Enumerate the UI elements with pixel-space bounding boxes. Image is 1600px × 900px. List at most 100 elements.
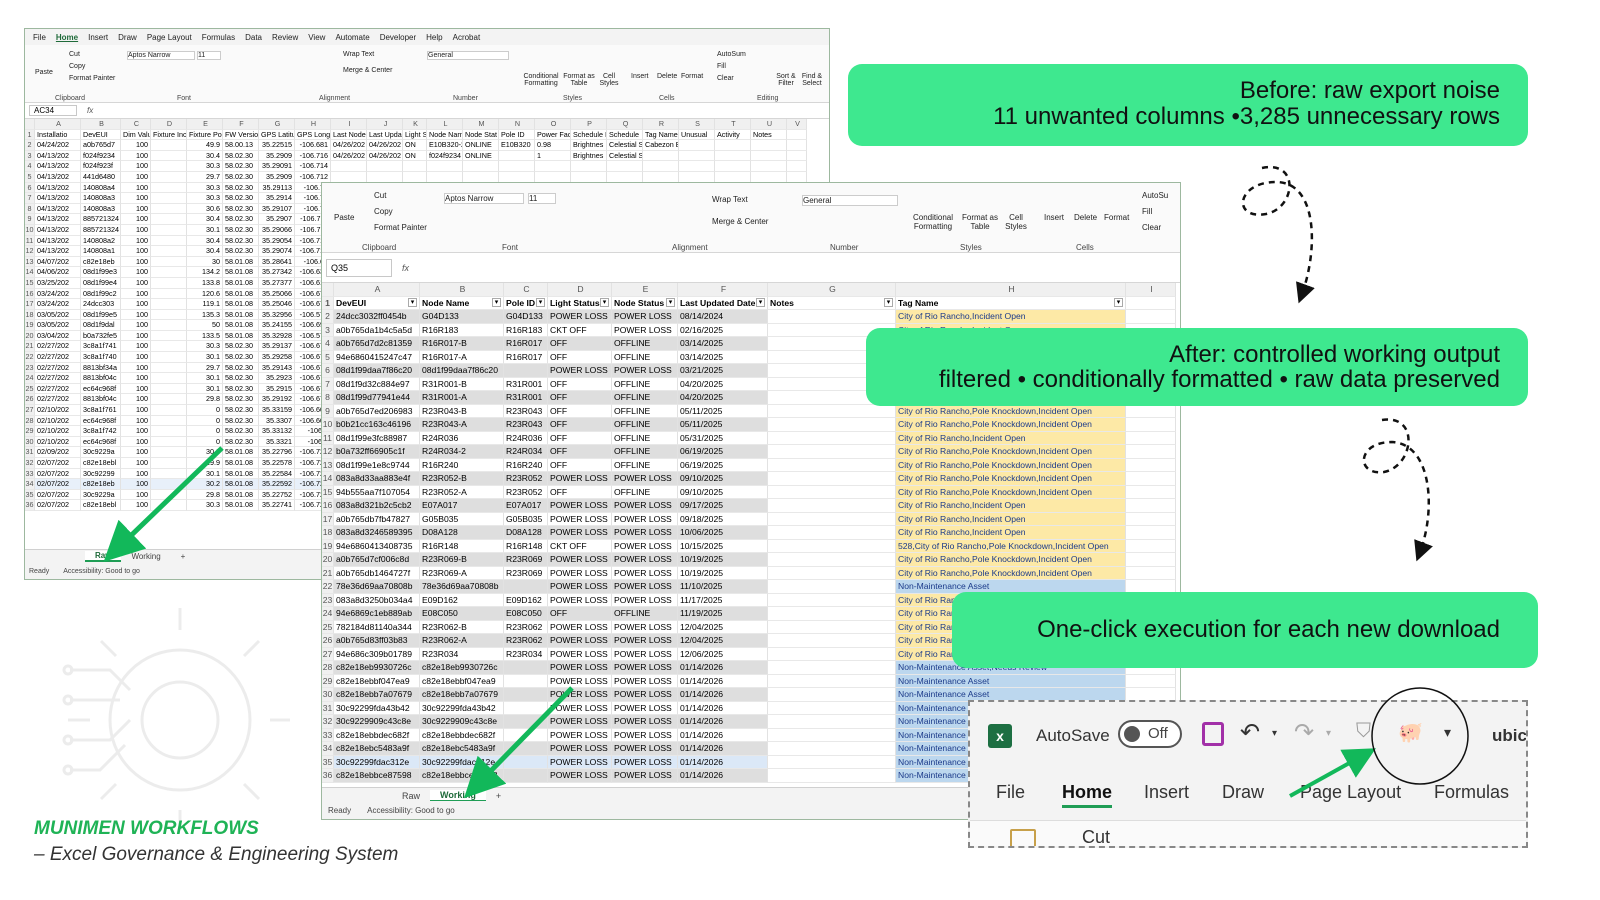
col-letter[interactable]: D <box>151 119 187 130</box>
row-header[interactable]: 7 <box>322 377 334 391</box>
col-letter[interactable]: P <box>571 119 607 130</box>
tab-acrobat[interactable]: Acrobat <box>453 33 481 42</box>
row-header[interactable]: 5 <box>322 350 334 364</box>
filter-dropdown-icon[interactable]: ▾ <box>756 297 765 307</box>
col-letter[interactable]: E <box>187 119 223 130</box>
row-header[interactable]: 7 <box>25 193 35 204</box>
filter-dropdown-icon[interactable]: ▾ <box>1114 297 1123 307</box>
tab-page-layout[interactable]: Page Layout <box>1300 782 1401 803</box>
row-header[interactable]: 27 <box>322 647 334 661</box>
clear-filter-icon[interactable]: ⛉ <box>1356 720 1371 743</box>
row-header[interactable]: 23 <box>322 593 334 607</box>
row-header[interactable]: 28 <box>322 661 334 675</box>
col-letter[interactable]: T <box>715 119 751 130</box>
row-header[interactable]: 19 <box>25 320 35 331</box>
row-header[interactable]: 34 <box>25 479 35 490</box>
macro-piggy-bank-icon[interactable]: 🐖 <box>1398 720 1423 745</box>
row-header[interactable]: 20 <box>25 330 35 342</box>
col-letter[interactable]: D <box>548 283 612 297</box>
col-letter[interactable]: C <box>504 283 548 297</box>
merge-center-button[interactable]: Merge & Center <box>712 217 768 226</box>
font-size-select[interactable]: 11 <box>528 193 556 204</box>
row-header[interactable]: 22 <box>25 352 35 363</box>
col-letter[interactable]: E <box>612 283 678 297</box>
tab-formulas[interactable]: Formulas <box>202 33 235 42</box>
row-header[interactable]: 25 <box>25 383 35 395</box>
row-header[interactable]: 32 <box>322 715 334 729</box>
row-header[interactable]: 3 <box>25 150 35 162</box>
tab-draw[interactable]: Draw <box>1222 782 1264 803</box>
filter-dropdown-icon[interactable]: ▾ <box>600 297 609 307</box>
number-format-select[interactable]: General <box>802 195 898 206</box>
col-letter[interactable]: Q <box>607 119 643 130</box>
row-header[interactable]: 8 <box>25 203 35 215</box>
col-letter[interactable]: G <box>768 283 896 297</box>
col-letter[interactable]: K <box>403 119 427 130</box>
col-letter[interactable]: H <box>295 119 331 130</box>
row-header[interactable]: 25 <box>322 620 334 634</box>
merge-center-button[interactable]: Merge & Center <box>343 67 392 74</box>
format-painter-button[interactable]: Format Painter <box>69 75 115 82</box>
row-header[interactable]: 8 <box>322 391 334 405</box>
row-header[interactable]: 20 <box>322 553 334 567</box>
accessibility-status[interactable]: Accessibility: Good to go <box>63 568 140 575</box>
row-header[interactable]: 5 <box>25 171 35 183</box>
col-letter[interactable]: A <box>35 119 81 130</box>
tab-developer[interactable]: Developer <box>380 33 416 42</box>
filter-dropdown-icon[interactable]: ▾ <box>536 297 545 307</box>
filter-dropdown-icon[interactable]: ▾ <box>492 297 501 307</box>
row-header[interactable]: 14 <box>25 267 35 278</box>
row-header[interactable]: 11 <box>322 431 334 445</box>
row-header[interactable]: 24 <box>322 607 334 621</box>
insert-cells-button[interactable]: Insert <box>1044 213 1064 222</box>
row-header[interactable]: 36 <box>25 500 35 511</box>
tab-file[interactable]: File <box>996 782 1025 803</box>
cell-styles-button[interactable]: Cell Styles <box>1002 213 1030 231</box>
row-header[interactable]: 24 <box>25 373 35 384</box>
col-letter[interactable]: N <box>499 119 535 130</box>
delete-cells-button[interactable]: Delete <box>1074 213 1097 222</box>
row-header[interactable]: 2 <box>25 140 35 151</box>
tab-insert[interactable]: Insert <box>1144 782 1189 803</box>
filter-dropdown-icon[interactable]: ▾ <box>408 297 417 307</box>
accessibility-status[interactable]: Accessibility: Good to go <box>367 806 455 815</box>
row-header[interactable]: 18 <box>25 309 35 321</box>
autosum-button[interactable]: AutoSum <box>717 51 746 58</box>
row-header[interactable]: 35 <box>25 489 35 501</box>
row-header[interactable]: 2 <box>322 310 334 324</box>
row-header[interactable]: 9 <box>322 404 334 418</box>
row-header[interactable]: 14 <box>322 472 334 486</box>
tab-insert[interactable]: Insert <box>88 33 108 42</box>
row-header[interactable]: 28 <box>25 415 35 427</box>
row-header[interactable]: 13 <box>322 458 334 472</box>
autosum-button[interactable]: AutoSu <box>1142 191 1168 200</box>
copy-button[interactable]: Copy <box>374 207 393 216</box>
copy-button[interactable]: Copy <box>69 63 85 70</box>
row-header[interactable]: 22 <box>322 580 334 594</box>
row-header[interactable]: 34 <box>322 742 334 756</box>
format-cells-button[interactable]: Format <box>1104 213 1129 222</box>
row-header[interactable]: 16 <box>322 499 334 513</box>
row-header[interactable]: 31 <box>322 701 334 715</box>
tab-view[interactable]: View <box>308 33 325 42</box>
font-name-select[interactable]: Aptos Narrow <box>444 193 524 204</box>
row-header[interactable]: 9 <box>25 214 35 225</box>
row-header[interactable]: 31 <box>25 447 35 458</box>
row-header[interactable]: 16 <box>25 288 35 300</box>
format-cells-button[interactable]: Format <box>681 73 703 80</box>
row-header[interactable]: 33 <box>25 468 35 480</box>
row-header[interactable]: 18 <box>322 526 334 540</box>
undo-dropdown-icon[interactable]: ▾ <box>1272 728 1277 739</box>
format-painter-button[interactable]: Format Painter <box>374 223 427 232</box>
row-header[interactable]: 12 <box>25 246 35 257</box>
sort-filter-button[interactable]: Sort & Filter <box>773 73 799 87</box>
cut-button[interactable]: Cut <box>374 191 386 200</box>
conditional-formatting-button[interactable]: Conditional Formatting <box>908 213 958 231</box>
add-sheet-button[interactable]: + <box>171 552 196 561</box>
row-header[interactable]: 29 <box>322 674 334 688</box>
row-header[interactable]: 21 <box>25 341 35 353</box>
col-letter[interactable]: A <box>334 283 420 297</box>
filter-dropdown-icon[interactable]: ▾ <box>666 297 675 307</box>
col-letter[interactable]: L <box>427 119 463 130</box>
row-header[interactable]: 17 <box>322 512 334 526</box>
